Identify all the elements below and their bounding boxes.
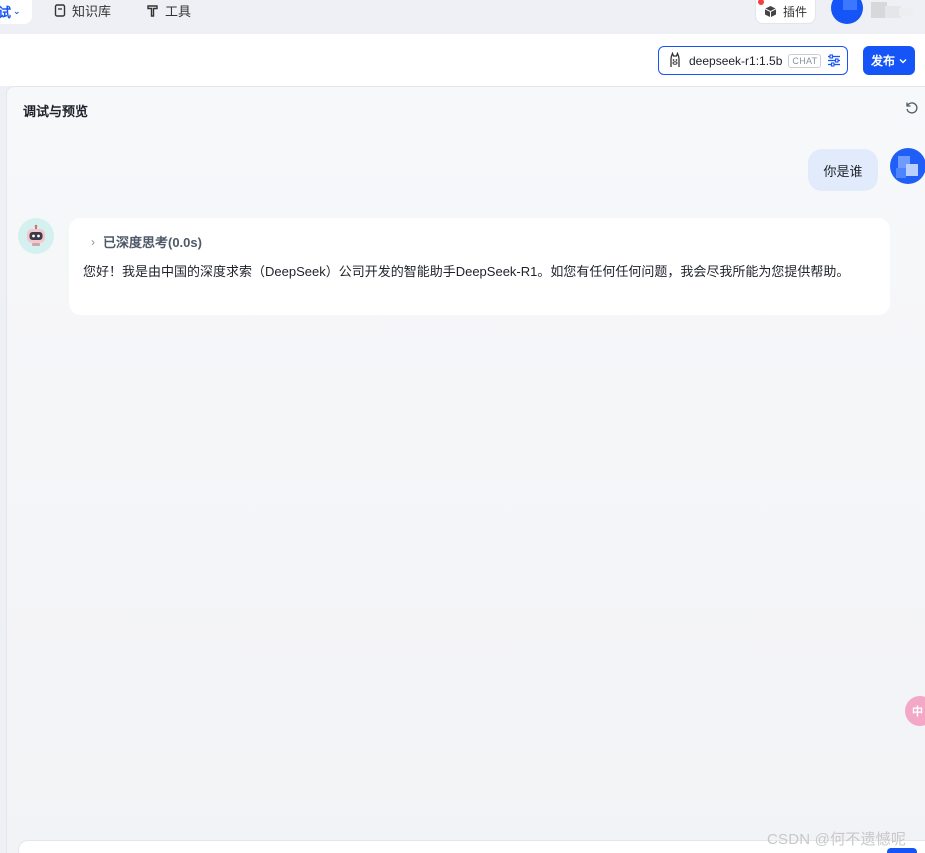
plugin-label: 插件: [782, 4, 807, 19]
robot-icon: [27, 224, 45, 246]
nav-knowledge-base-label: 知识库: [72, 3, 112, 19]
toolbar: deepseek-r1:1.5b CHAT 发布: [0, 34, 925, 86]
llama-icon: [670, 52, 680, 67]
nav-knowledge-base[interactable]: 知识库: [54, 0, 111, 20]
user-message-bubble: 你是谁: [808, 149, 878, 191]
chevron-down-icon: [899, 58, 907, 63]
watermark: CSDN @何不遗憾呢: [767, 831, 907, 848]
avatar[interactable]: [831, 0, 863, 24]
refresh-icon[interactable]: [905, 101, 919, 115]
username-blurred: [871, 2, 915, 18]
book-icon: [54, 3, 66, 17]
plugin-button[interactable]: 插件: [755, 0, 816, 24]
thinking-toggle[interactable]: › 已深度思考(0.0s): [91, 232, 202, 251]
publish-button[interactable]: 发布: [863, 46, 915, 75]
bot-avatar: [18, 218, 54, 254]
tab-debug-label: 试: [0, 4, 12, 20]
chevron-down-icon: ⌄: [13, 5, 21, 16]
hammer-icon: [147, 4, 158, 17]
panel-title: 调试与预览: [23, 104, 89, 119]
top-nav: 试 ⌄ 知识库 工具 插件: [0, 0, 925, 34]
nav-tools-label: 工具: [165, 3, 192, 19]
chevron-right-icon: ›: [91, 234, 95, 249]
model-selector[interactable]: deepseek-r1:1.5b CHAT: [658, 46, 848, 75]
floating-label: 中: [912, 706, 923, 718]
publish-label: 发布: [870, 54, 895, 68]
user-message-text: 你是谁: [823, 163, 863, 179]
cube-icon: [764, 5, 777, 17]
model-type-badge: CHAT: [788, 53, 822, 68]
thinking-label: 已深度思考(0.0s): [103, 235, 202, 250]
bot-reply-text: 您好！我是由中国的深度求索（DeepSeek）公司开发的智能助手DeepSeek…: [83, 264, 850, 279]
settings-sliders-icon[interactable]: [827, 54, 841, 67]
debug-preview-panel: 调试与预览 你是谁 › 已深度思考(0.0s) 您好！我是由中国的深度求索（De…: [6, 86, 925, 853]
user-avatar: [890, 148, 925, 184]
model-name: deepseek-r1:1.5b: [689, 53, 783, 68]
bot-message-card: › 已深度思考(0.0s) 您好！我是由中国的深度求索（DeepSeek）公司开…: [69, 218, 890, 315]
nav-tools[interactable]: 工具: [146, 0, 191, 20]
tab-debug[interactable]: 试 ⌄: [0, 0, 32, 24]
